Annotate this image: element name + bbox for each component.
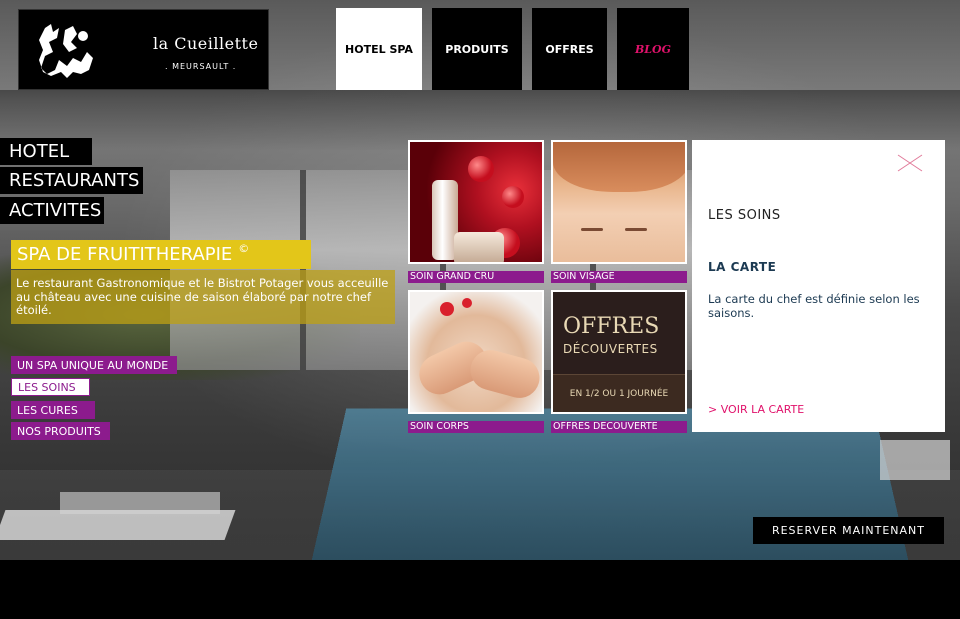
soin-corps-image xyxy=(408,290,544,414)
logo-mark-icon xyxy=(39,24,93,78)
offres-subtitle: DÉCOUVERTES xyxy=(563,342,658,356)
tab-offres[interactable]: OFFRES xyxy=(532,8,607,90)
info-panel: LES SOINS LA CARTE La carte du chef est … xyxy=(692,140,945,432)
offres-decouverte-image: OFFRES DÉCOUVERTES EN 1/2 OU 1 JOURNÉE xyxy=(551,290,687,414)
panel-heading: LES SOINS xyxy=(708,208,781,223)
tile-caption: SOIN VISAGE xyxy=(551,271,687,283)
panel-subheading: LA CARTE xyxy=(708,260,777,274)
tab-hotel-spa[interactable]: HOTEL SPA xyxy=(336,8,422,90)
tile-caption: SOIN CORPS xyxy=(408,421,544,433)
tab-produits[interactable]: PRODUITS xyxy=(432,8,522,90)
soin-visage-image xyxy=(551,140,687,264)
top-navigation: HOTEL SPA PRODUITS OFFRES BLOG xyxy=(336,8,689,90)
logo-subtitle: . MEURSAULT . xyxy=(165,62,237,71)
voir-la-carte-link[interactable]: > VOIR LA CARTE xyxy=(708,403,804,416)
footer-band xyxy=(0,560,960,619)
tile-caption: OFFRES DECOUVERTE xyxy=(551,421,687,433)
close-icon[interactable] xyxy=(897,154,923,172)
menu-item-hotel[interactable]: HOTEL xyxy=(0,138,92,165)
submenu-item-nos-produits[interactable]: NOS PRODUITS xyxy=(11,422,110,440)
submenu-item-les-soins[interactable]: LES SOINS xyxy=(11,378,90,396)
menu-item-restaurants[interactable]: RESTAURANTS xyxy=(0,167,143,194)
reserve-button[interactable]: RESERVER MAINTENANT xyxy=(753,517,944,544)
tile-caption: SOIN GRAND CRU xyxy=(408,271,544,283)
section-description: Le restaurant Gastronomique et le Bistro… xyxy=(11,270,395,324)
submenu-item-les-cures[interactable]: LES CURES xyxy=(11,401,95,419)
offres-duration: EN 1/2 OU 1 JOURNÉE xyxy=(553,374,685,412)
logo-name: la Cueillette xyxy=(153,34,259,53)
submenu-item-spa-unique[interactable]: UN SPA UNIQUE AU MONDE xyxy=(11,356,177,374)
copyright-mark: © xyxy=(238,242,250,255)
offres-title: OFFRES xyxy=(563,314,660,339)
logo[interactable]: la Cueillette . MEURSAULT . xyxy=(18,9,269,90)
soin-grand-cru-image xyxy=(408,140,544,264)
tab-blog[interactable]: BLOG xyxy=(617,8,689,90)
section-title: SPA DE FRUITITHERAPIE © xyxy=(11,240,311,269)
panel-text: La carte du chef est définie selon les s… xyxy=(708,292,920,320)
menu-item-activites[interactable]: ACTIVITES xyxy=(0,197,104,224)
section-title-text: SPA DE FRUITITHERAPIE xyxy=(17,244,233,265)
